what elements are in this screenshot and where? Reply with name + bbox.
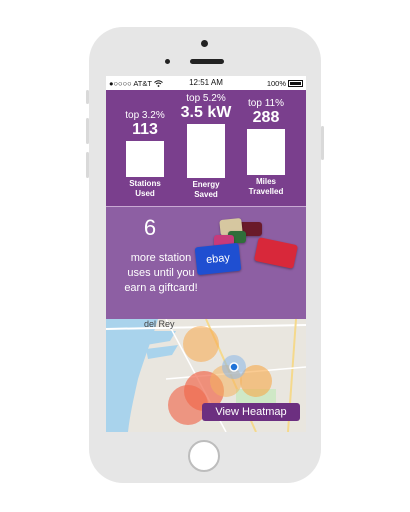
battery-status: 100% <box>267 79 303 88</box>
marina-water <box>140 331 176 345</box>
stat-bar <box>247 129 285 175</box>
stats-panel: top 3.2% 113 Stations Used top 5.2% 3.5 … <box>106 90 306 206</box>
stat-rank: top 5.2% <box>186 93 226 104</box>
power-button <box>321 126 324 160</box>
stat-energy-saved: top 5.2% 3.5 kW Energy Saved <box>176 93 236 200</box>
volume-down-button <box>86 152 89 178</box>
home-button[interactable] <box>188 440 220 472</box>
stat-value: 3.5 kW <box>180 104 232 121</box>
volume-up-button <box>86 118 89 144</box>
stat-label: Stations Used <box>129 179 161 198</box>
heat-spot <box>183 326 219 362</box>
stat-stations-used: top 3.2% 113 Stations Used <box>120 110 170 199</box>
ebay-logo: ebay <box>205 251 231 267</box>
giftcard-red <box>253 237 299 269</box>
stat-rank: top 11% <box>248 98 284 109</box>
view-heatmap-button[interactable]: View Heatmap <box>202 403 300 421</box>
front-camera <box>165 59 170 64</box>
battery-percent: 100% <box>266 79 286 88</box>
status-bar: ●○○○○ AT&T 12:51 AM 100% <box>106 76 306 90</box>
stat-label: Miles Travelled <box>248 177 284 196</box>
earpiece-speaker <box>190 59 224 64</box>
stat-rank: top 3.2% <box>125 110 165 121</box>
stat-bar <box>126 141 164 177</box>
location-dot <box>229 362 239 372</box>
stat-label: Energy Saved <box>192 180 220 199</box>
front-sensor <box>201 40 208 47</box>
remaining-uses-count: 6 <box>143 215 157 240</box>
mute-switch <box>86 90 89 104</box>
heatmap-preview[interactable]: del Rey View Heatmap <box>106 319 306 432</box>
stat-bar <box>187 124 225 178</box>
giftcard-panel: 6 more station uses until you earn a gif… <box>106 207 306 319</box>
stat-value: 113 <box>132 121 158 138</box>
battery-icon <box>288 80 303 87</box>
stat-miles-travelled: top 11% 288 Miles Travelled <box>240 98 292 197</box>
marina-water <box>146 345 178 359</box>
stat-value: 288 <box>252 109 280 126</box>
map-place-label: del Rey <box>144 319 175 329</box>
giftcard-ebay: ebay <box>194 242 242 276</box>
phone-screen: ●○○○○ AT&T 12:51 AM 100% top 3.2% 113 St… <box>106 76 306 432</box>
